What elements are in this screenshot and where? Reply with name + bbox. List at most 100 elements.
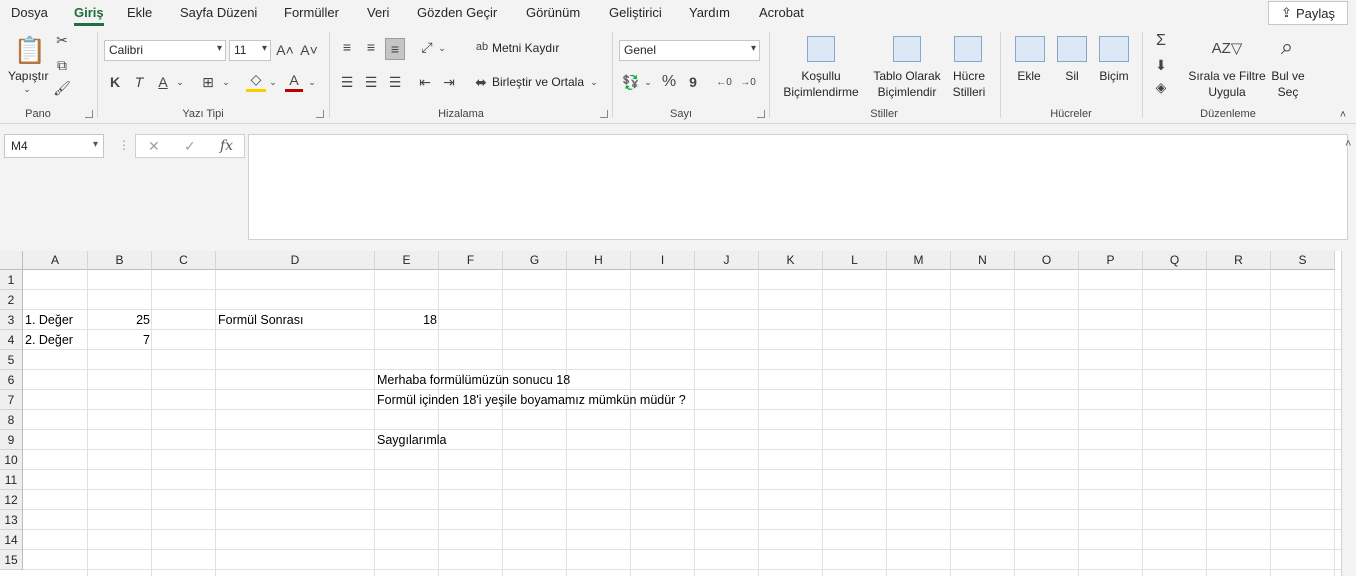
select-all-corner[interactable]	[0, 251, 23, 270]
decrease-decimal-icon[interactable]: →0	[738, 72, 758, 92]
number-launcher-icon[interactable]	[757, 110, 765, 118]
chevron-down-icon[interactable]: ⌄	[589, 74, 599, 90]
row-header-14[interactable]: 14	[0, 530, 23, 550]
currency-icon[interactable]: 💱	[622, 72, 640, 92]
fill-icon[interactable]: ⬇	[1152, 56, 1170, 74]
row-header-7[interactable]: 7	[0, 390, 23, 410]
cell-e6[interactable]: Merhaba formülümüzün sonucu 18	[375, 370, 572, 390]
align-bottom-icon[interactable]: ≡	[385, 38, 405, 60]
column-header-l[interactable]: L	[823, 251, 887, 270]
tab-sayfa-duzeni[interactable]: Sayfa Düzeni	[180, 5, 257, 20]
row-header-6[interactable]: 6	[0, 370, 23, 390]
border-icon[interactable]: ⊞	[199, 72, 217, 92]
enter-icon[interactable]: ✓	[184, 138, 196, 155]
italic-button[interactable]: T	[131, 72, 147, 92]
insert-cells-button[interactable]: Ekle	[1012, 68, 1046, 84]
column-header-d[interactable]: D	[216, 251, 375, 270]
column-header-m[interactable]: M	[887, 251, 951, 270]
chevron-down-icon[interactable]: ⌄	[437, 40, 447, 56]
column-header-n[interactable]: N	[951, 251, 1015, 270]
cell-e3[interactable]: 18	[375, 310, 439, 330]
orientation-icon[interactable]: ⤢	[417, 38, 437, 56]
row-header-15[interactable]: 15	[0, 550, 23, 570]
autosum-icon[interactable]: Σ	[1152, 32, 1170, 50]
merge-icon[interactable]: ⬌	[472, 72, 490, 92]
tab-acrobat[interactable]: Acrobat	[759, 5, 804, 20]
cell-b4[interactable]: 7	[88, 330, 152, 350]
chevron-down-icon[interactable]: ⌄	[221, 72, 231, 92]
column-header-p[interactable]: P	[1079, 251, 1143, 270]
decrease-indent-icon[interactable]: ⇤	[416, 72, 434, 92]
tab-yardim[interactable]: Yardım	[689, 5, 730, 20]
clear-icon[interactable]: ◈	[1152, 78, 1170, 96]
format-painter-icon[interactable]: 🖌	[53, 80, 71, 96]
pano-launcher-icon[interactable]	[85, 110, 93, 118]
vertical-scrollbar[interactable]	[1341, 251, 1356, 576]
cell-styles-button[interactable]: Hücre Stilleri	[944, 68, 994, 100]
fill-color-icon[interactable]: ◇	[246, 70, 266, 92]
column-header-a[interactable]: A	[23, 251, 88, 270]
format-as-table-icon[interactable]	[893, 36, 921, 62]
font-color-button[interactable]: A	[285, 70, 303, 92]
row-header-1[interactable]: 1	[0, 270, 23, 290]
tab-gozden-gecir[interactable]: Gözden Geçir	[417, 5, 497, 20]
column-header-k[interactable]: K	[759, 251, 823, 270]
chevron-down-icon[interactable]: ⌄	[175, 72, 185, 92]
cut-icon[interactable]: ✂	[54, 32, 70, 48]
increase-indent-icon[interactable]: ⇥	[440, 72, 458, 92]
font-grow-icon[interactable]: A˄	[276, 40, 294, 60]
column-header-i[interactable]: I	[631, 251, 695, 270]
chevron-down-icon[interactable]: ⌄	[643, 72, 653, 92]
cell-b3[interactable]: 25	[88, 310, 152, 330]
formula-input[interactable]	[248, 134, 1348, 240]
column-header-e[interactable]: E	[375, 251, 439, 270]
collapse-ribbon-icon[interactable]: ˄	[1336, 108, 1350, 122]
align-launcher-icon[interactable]	[600, 110, 608, 118]
row-header-9[interactable]: 9	[0, 430, 23, 450]
tab-giris[interactable]: Giriş	[74, 5, 104, 26]
sort-filter-icon[interactable]: AZ▽	[1210, 34, 1244, 62]
row-header-12[interactable]: 12	[0, 490, 23, 510]
column-header-r[interactable]: R	[1207, 251, 1271, 270]
conditional-format-icon[interactable]	[807, 36, 835, 62]
row-header-5[interactable]: 5	[0, 350, 23, 370]
font-shrink-icon[interactable]: A˅	[300, 40, 318, 60]
cell-d3[interactable]: Formül Sonrası	[216, 310, 305, 330]
tab-gelistirici[interactable]: Geliştirici	[609, 5, 662, 20]
sort-filter-button[interactable]: Sırala ve Filtre Uygula	[1188, 68, 1266, 100]
row-header-2[interactable]: 2	[0, 290, 23, 310]
find-select-button[interactable]: Bul ve Seç	[1268, 68, 1308, 100]
row-header-13[interactable]: 13	[0, 510, 23, 530]
chevron-down-icon[interactable]: ⌄	[20, 83, 34, 95]
cell-a4[interactable]: 2. Değer	[23, 330, 75, 350]
comma-style-button[interactable]: 9	[686, 72, 700, 92]
tab-veri[interactable]: Veri	[367, 5, 389, 20]
font-name-select[interactable]: Calibri ▾	[104, 40, 226, 61]
name-box[interactable]: M4 ▾	[4, 134, 104, 158]
underline-button[interactable]: A	[155, 72, 171, 92]
align-right-icon[interactable]: ☰	[386, 72, 404, 92]
row-header-4[interactable]: 4	[0, 330, 23, 350]
collapse-formula-icon[interactable]: ˄	[1345, 138, 1351, 150]
chevron-down-icon[interactable]: ⌄	[307, 72, 317, 92]
copy-icon[interactable]: ⧉	[54, 57, 70, 73]
format-cells-icon[interactable]	[1099, 36, 1129, 62]
align-top-icon[interactable]: ≡	[338, 38, 356, 56]
paste-icon[interactable]: 📋	[14, 34, 46, 66]
conditional-format-button[interactable]: Koşullu Biçimlendirme	[776, 68, 866, 100]
wrap-text-icon[interactable]: ab	[474, 38, 490, 56]
cell-a3[interactable]: 1. Değer	[23, 310, 75, 330]
font-size-select[interactable]: 11 ▾	[229, 40, 271, 61]
find-icon[interactable]: ⌕	[1272, 32, 1302, 62]
insert-cells-icon[interactable]	[1015, 36, 1045, 62]
tab-ekle[interactable]: Ekle	[127, 5, 152, 20]
tab-dosya[interactable]: Dosya	[11, 5, 48, 20]
format-cells-button[interactable]: Biçim	[1096, 68, 1132, 84]
column-header-j[interactable]: J	[695, 251, 759, 270]
cell-e7[interactable]: Formül içinden 18'i yeşile boyamamız müm…	[375, 390, 688, 410]
align-middle-icon[interactable]: ≡	[362, 38, 380, 56]
delete-cells-button[interactable]: Sil	[1058, 68, 1086, 84]
column-header-c[interactable]: C	[152, 251, 216, 270]
row-header-8[interactable]: 8	[0, 410, 23, 430]
paste-button[interactable]: Yapıştır	[8, 68, 48, 84]
